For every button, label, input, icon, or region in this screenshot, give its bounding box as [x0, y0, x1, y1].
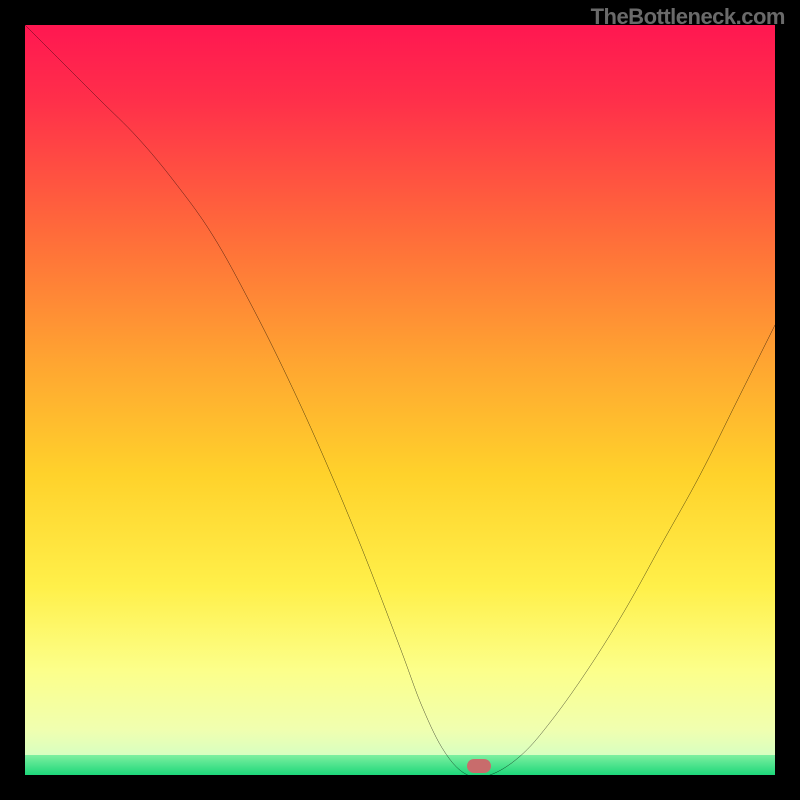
bottleneck-chart: TheBottleneck.com — [0, 0, 800, 800]
plot-area — [25, 25, 775, 775]
optimal-point-marker — [467, 759, 491, 773]
watermark-text: TheBottleneck.com — [591, 4, 785, 30]
bottleneck-curve — [25, 25, 775, 775]
